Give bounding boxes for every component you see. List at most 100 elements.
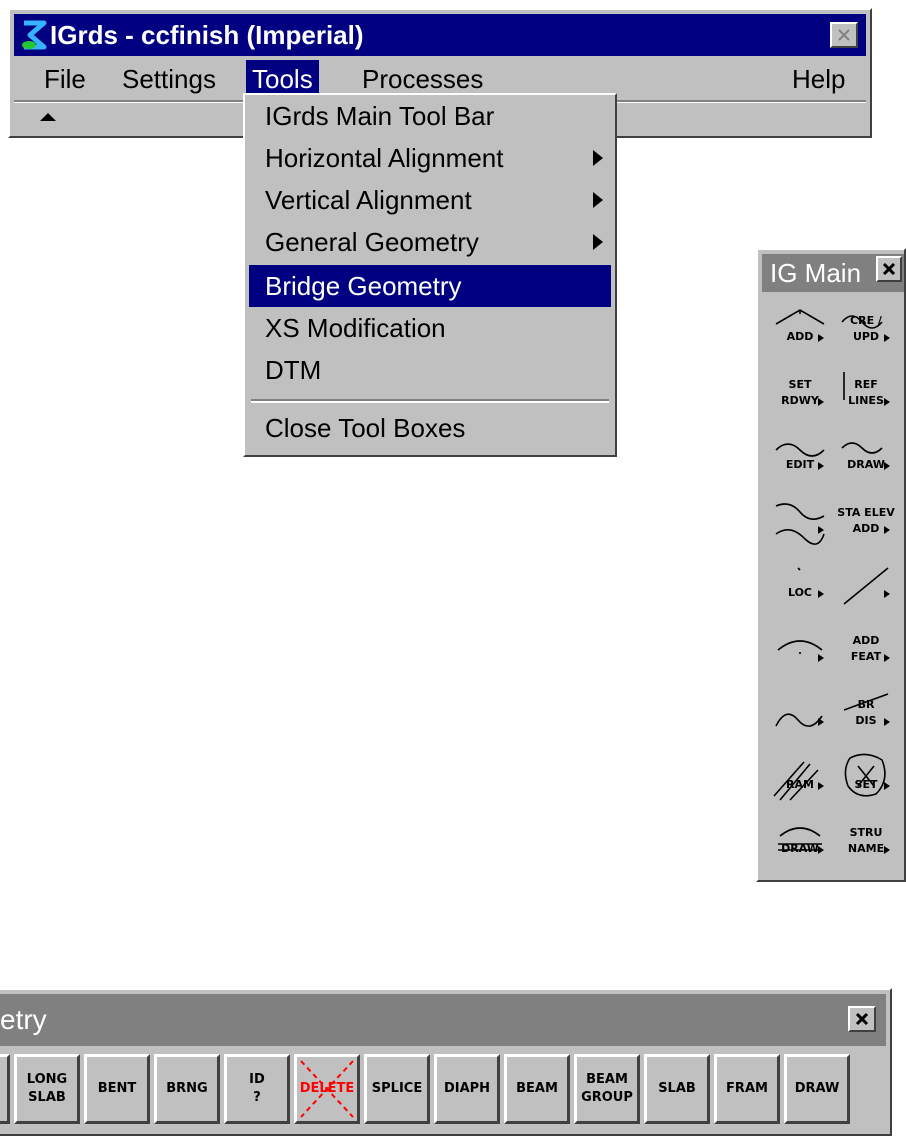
bridge-tool-brng-button[interactable]: BRNG — [154, 1054, 220, 1124]
ig-tool-top-label: SET — [789, 378, 812, 391]
ig-tool-draw-button[interactable]: DRAW — [836, 430, 896, 490]
ig-tool-glyph-icon — [843, 567, 890, 605]
menu-item-general-geometry[interactable]: General Geometry — [249, 221, 611, 263]
ig-tool-bottom-label: RAM — [786, 778, 814, 791]
ig-tool-glyph-button[interactable] — [836, 558, 896, 618]
flyout-arrow-icon — [818, 782, 824, 790]
flyout-arrow-icon — [884, 526, 890, 534]
flyout-arrow-icon — [884, 462, 890, 470]
ig-tool-glyph-icon: ADD — [775, 309, 825, 343]
flyout-arrow-icon — [818, 526, 824, 534]
bridge-tool-button-partial[interactable] — [0, 1054, 10, 1124]
bridge-tool-label: ID ? — [249, 1072, 265, 1105]
ig-tool-glyph-icon: STRU NAME — [848, 826, 890, 855]
submenu-arrow-icon — [593, 234, 603, 250]
flyout-arrow-icon — [818, 590, 824, 598]
bridge-tool-beam-group-button[interactable]: BEAM GROUP — [574, 1054, 640, 1124]
ig-tool-set-button[interactable]: SET — [836, 750, 896, 810]
ig-tool-bottom-label: ADD — [787, 330, 814, 343]
menu-item-xs-modification[interactable]: XS Modification — [249, 307, 611, 349]
up-arrow-icon[interactable] — [40, 112, 56, 122]
ig-tool-glyph-icon: REF LINES — [843, 372, 890, 407]
close-icon — [882, 262, 896, 276]
bridge-tool-label: DELETE — [299, 1081, 355, 1096]
bridge-tool-diaph-button[interactable]: DIAPH — [434, 1054, 500, 1124]
bridge-toolbox-title-bar[interactable]: etry — [0, 994, 886, 1046]
bridge-tool-beam-button[interactable]: BEAM — [504, 1054, 570, 1124]
menu-item-igrds-main-tool-bar[interactable]: IGrds Main Tool Bar — [249, 95, 611, 137]
ig-tool-ram-button[interactable]: RAM — [770, 750, 830, 810]
ig-tool-glyph-icon: DRAW — [778, 827, 824, 855]
ig-tool-loc-button[interactable]: LOC — [770, 558, 830, 618]
menu-item-horizontal-alignment[interactable]: Horizontal Alignment — [249, 137, 611, 179]
flyout-arrow-icon — [818, 334, 824, 342]
flyout-arrow-icon — [818, 846, 824, 854]
bridge-tool-fram-button[interactable]: FRAM — [714, 1054, 780, 1124]
bridge-toolbox-close-button[interactable] — [848, 1006, 876, 1032]
ig-tool-rdwy-button[interactable]: SET RDWY — [770, 366, 830, 426]
ig-tool-glyph-button[interactable] — [770, 622, 830, 682]
ig-main-close-button[interactable] — [876, 256, 902, 282]
ig-tool-top-label: CRE / — [850, 314, 883, 327]
flyout-arrow-icon — [884, 590, 890, 598]
bridge-tool-label: BEAM GROUP — [581, 1072, 633, 1105]
ig-tool-glyph-icon — [775, 503, 825, 545]
ig-tool-add-button[interactable]: ADD — [770, 302, 830, 362]
ig-tool-glyph-button[interactable] — [770, 686, 830, 746]
ig-tool-feat-button[interactable]: ADD FEAT — [836, 622, 896, 682]
ig-tool-glyph-icon: EDIT — [775, 443, 825, 471]
ig-tool-edit-button[interactable]: EDIT — [770, 430, 830, 490]
menu-item-close-tool-boxes[interactable]: Close Tool Boxes — [249, 407, 611, 449]
title-bar[interactable]: IGrds - ccfinish (Imperial) — [14, 14, 866, 56]
flyout-arrow-icon — [884, 782, 890, 790]
bridge-tool-label: SPLICE — [371, 1081, 423, 1096]
submenu-arrow-icon — [593, 192, 603, 208]
window-close-button[interactable] — [830, 22, 858, 48]
flyout-arrow-icon — [884, 398, 890, 406]
flyout-arrow-icon — [884, 334, 890, 342]
bridge-tool-label: LONG SLAB — [26, 1072, 68, 1105]
ig-tool-glyph-icon: DRAW — [841, 442, 890, 471]
bridge-geometry-toolbox: etry LONG SLAB BENT BRNG ID ? DELETE SPLICE DI… — [0, 988, 892, 1136]
bridge-tool-label: SLAB — [658, 1081, 696, 1096]
ig-tool-bottom-label: RDWY — [781, 394, 820, 407]
bridge-tool-label: BRNG — [166, 1081, 208, 1096]
bridge-button-row: LONG SLAB BENT BRNG ID ? DELETE SPLICE DIAPH BE… — [0, 1052, 886, 1132]
flyout-arrow-icon — [884, 846, 890, 854]
ig-tool-lines-button[interactable]: REF LINES — [836, 366, 896, 426]
ig-tool-glyph-icon: STA ELEV ADD — [837, 506, 895, 535]
close-icon — [855, 1012, 869, 1026]
bridge-tool-splice-button[interactable]: SPLICE — [364, 1054, 430, 1124]
ig-tool-draw-button[interactable]: DRAW — [770, 814, 830, 874]
bridge-tool-bent-button[interactable]: BENT — [84, 1054, 150, 1124]
bridge-tool-label: DRAW — [794, 1081, 840, 1096]
bridge-tool-label: DIAPH — [443, 1081, 491, 1096]
app-logo-icon — [22, 20, 47, 50]
menu-item-dtm[interactable]: DTM — [249, 349, 611, 391]
ig-tool-upd-button[interactable]: CRE / UPD — [836, 302, 896, 362]
ig-tool-glyph-button[interactable] — [770, 494, 830, 554]
menu-separator — [251, 399, 609, 403]
ig-tool-glyph-icon: LOC — [788, 567, 824, 599]
bridge-tool-slab-button[interactable]: SLAB — [644, 1054, 710, 1124]
ig-tool-glyph-icon: BR DIS — [843, 693, 890, 727]
menu-settings[interactable]: Settings — [116, 60, 222, 98]
ig-tool-top-label: REF — [854, 378, 878, 391]
bridge-tool-id-button[interactable]: ID ? — [224, 1054, 290, 1124]
ig-tool-bottom-label: DIS — [855, 714, 876, 727]
ig-tool-name-button[interactable]: STRU NAME — [836, 814, 896, 874]
bridge-tool-delete-button[interactable]: DELETE — [294, 1054, 360, 1124]
bridge-tool-draw-button[interactable]: DRAW — [784, 1054, 850, 1124]
bridge-tool-label: BEAM — [516, 1081, 558, 1096]
ig-tool-glyph-icon — [775, 713, 824, 727]
ig-tool-bottom-label: DRAW — [847, 458, 885, 471]
ig-tool-dis-button[interactable]: BR DIS — [836, 686, 896, 746]
menu-file[interactable]: File — [38, 60, 92, 98]
ig-tool-glyph-icon: CRE / UPD — [841, 314, 890, 343]
menu-item-bridge-geometry[interactable]: Bridge Geometry — [249, 265, 611, 307]
menu-item-vertical-alignment[interactable]: Vertical Alignment — [249, 179, 611, 221]
bridge-tool-long-slab-button[interactable]: LONG SLAB — [14, 1054, 80, 1124]
menu-help[interactable]: Help — [786, 60, 851, 98]
bridge-tool-label: FRAM — [726, 1081, 768, 1096]
ig-tool-add-button[interactable]: STA ELEV ADD — [836, 494, 896, 554]
